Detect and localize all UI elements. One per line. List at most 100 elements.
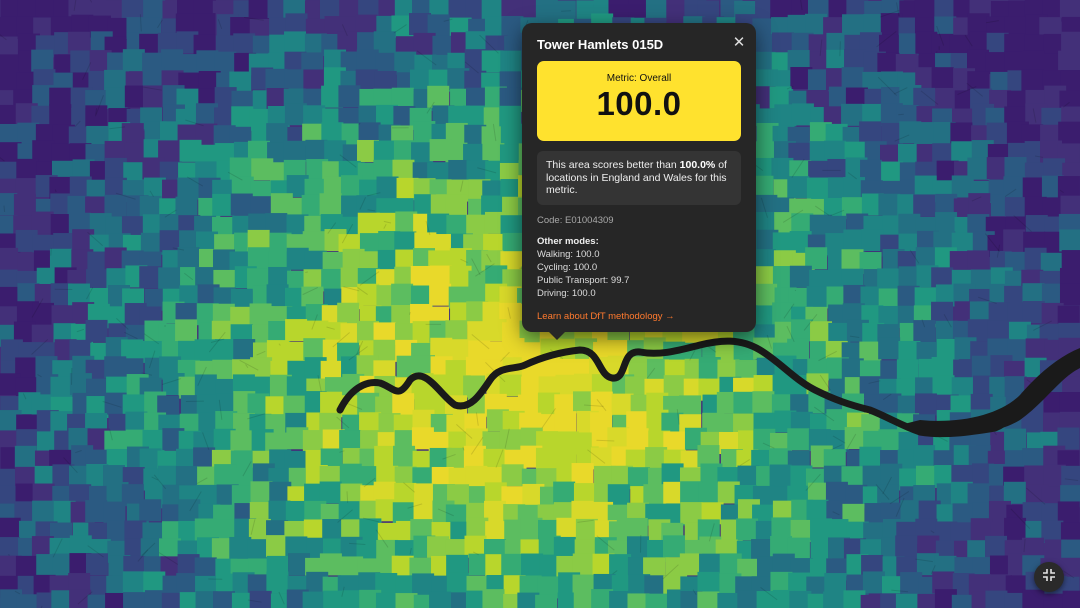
popup-title: Tower Hamlets 015D xyxy=(537,37,664,52)
area-cell xyxy=(878,337,901,360)
area-cell xyxy=(85,553,108,576)
area-cell xyxy=(1024,465,1047,488)
area-cell xyxy=(1003,229,1026,252)
area-cell xyxy=(177,247,200,270)
area-cell xyxy=(122,49,145,72)
area-cell xyxy=(266,571,289,594)
area-cell xyxy=(1059,0,1080,19)
area-cell xyxy=(609,554,632,577)
boundary-line xyxy=(7,554,10,556)
area-cell xyxy=(229,157,252,180)
area-cell xyxy=(860,594,883,608)
area-cell xyxy=(806,177,829,200)
area-cell xyxy=(251,158,274,181)
area-cell xyxy=(283,140,306,163)
area-cell xyxy=(1057,176,1080,199)
area-cell xyxy=(319,481,342,504)
area-cell xyxy=(233,33,256,56)
area-cell xyxy=(881,161,904,184)
area-cell xyxy=(375,592,398,608)
area-cell xyxy=(50,376,73,399)
area-cell xyxy=(427,85,450,108)
area-cell xyxy=(951,594,974,608)
boundary-line xyxy=(561,10,572,12)
area-cell xyxy=(1022,301,1045,324)
area-cell xyxy=(895,535,918,558)
area-cell xyxy=(16,158,39,181)
area-cell xyxy=(247,247,270,270)
area-cell xyxy=(376,176,399,199)
area-cell xyxy=(32,500,55,523)
exit-fullscreen-button[interactable] xyxy=(1034,562,1064,592)
area-cell xyxy=(413,32,436,55)
area-cell xyxy=(697,571,720,594)
score-box: Metric: Overall 100.0 xyxy=(537,61,741,141)
area-cell xyxy=(449,265,472,288)
area-cell xyxy=(123,592,146,608)
area-cell xyxy=(697,591,720,608)
metric-label: Metric: Overall xyxy=(606,73,672,84)
area-cell xyxy=(1004,428,1027,451)
area-cell xyxy=(1003,481,1026,504)
area-cell xyxy=(862,571,885,594)
area-cell xyxy=(230,193,253,216)
area-cell xyxy=(769,464,792,487)
area-cell xyxy=(194,339,217,362)
area-cell xyxy=(105,87,128,110)
area-cell xyxy=(178,499,201,522)
area-cell xyxy=(880,463,903,486)
area-info-popup: Tower Hamlets 015D ✕ Metric: Overall 100… xyxy=(522,23,756,340)
area-cell xyxy=(139,499,162,522)
area-cell xyxy=(878,193,901,216)
area-cell xyxy=(303,338,326,361)
area-cell xyxy=(266,535,289,558)
area-cell xyxy=(1022,589,1045,608)
area-cell xyxy=(935,87,958,110)
area-cell xyxy=(466,160,489,183)
area-cell xyxy=(645,593,668,608)
area-cell xyxy=(374,445,397,468)
area-cell xyxy=(0,16,18,39)
area-cell xyxy=(500,123,523,146)
area-cell xyxy=(913,320,936,343)
boundary-line xyxy=(305,271,309,274)
area-cell xyxy=(338,85,361,108)
methodology-link[interactable]: Learn about DfT methodology → xyxy=(537,311,741,323)
area-cell xyxy=(285,319,308,342)
area-cell xyxy=(265,68,288,91)
score-value: 100.0 xyxy=(596,85,682,122)
area-cell xyxy=(323,590,346,608)
area-cell xyxy=(214,51,237,74)
area-cell xyxy=(231,106,254,129)
area-code: Code: E01004309 xyxy=(537,214,614,226)
area-cell xyxy=(787,176,810,199)
area-cell xyxy=(914,393,937,416)
popup-pointer xyxy=(549,332,565,340)
area-cell xyxy=(429,283,452,306)
area-cell xyxy=(1061,465,1080,488)
area-cell xyxy=(806,286,829,309)
area-cell xyxy=(967,483,990,506)
area-cell xyxy=(607,427,630,450)
area-cell xyxy=(789,265,812,288)
area-cell xyxy=(337,302,360,325)
area-cell xyxy=(1059,229,1080,252)
area-cell xyxy=(935,212,958,235)
exit-fullscreen-icon xyxy=(1042,568,1056,587)
area-cell xyxy=(70,50,93,73)
mode-walking: Walking: 100.0 xyxy=(537,248,600,260)
area-cell xyxy=(500,50,523,73)
area-cell xyxy=(0,286,18,309)
area-cell xyxy=(427,213,450,236)
area-cell xyxy=(139,266,162,289)
area-cell xyxy=(1058,121,1080,144)
area-cell xyxy=(466,214,489,237)
close-icon: ✕ xyxy=(732,34,746,51)
mode-driving: Driving: 100.0 xyxy=(537,288,596,300)
area-cell xyxy=(122,571,145,594)
area-cell xyxy=(968,193,991,216)
area-cell xyxy=(16,594,39,608)
close-button[interactable]: ✕ xyxy=(730,34,748,52)
area-cell xyxy=(176,573,199,596)
area-cell xyxy=(934,0,957,20)
